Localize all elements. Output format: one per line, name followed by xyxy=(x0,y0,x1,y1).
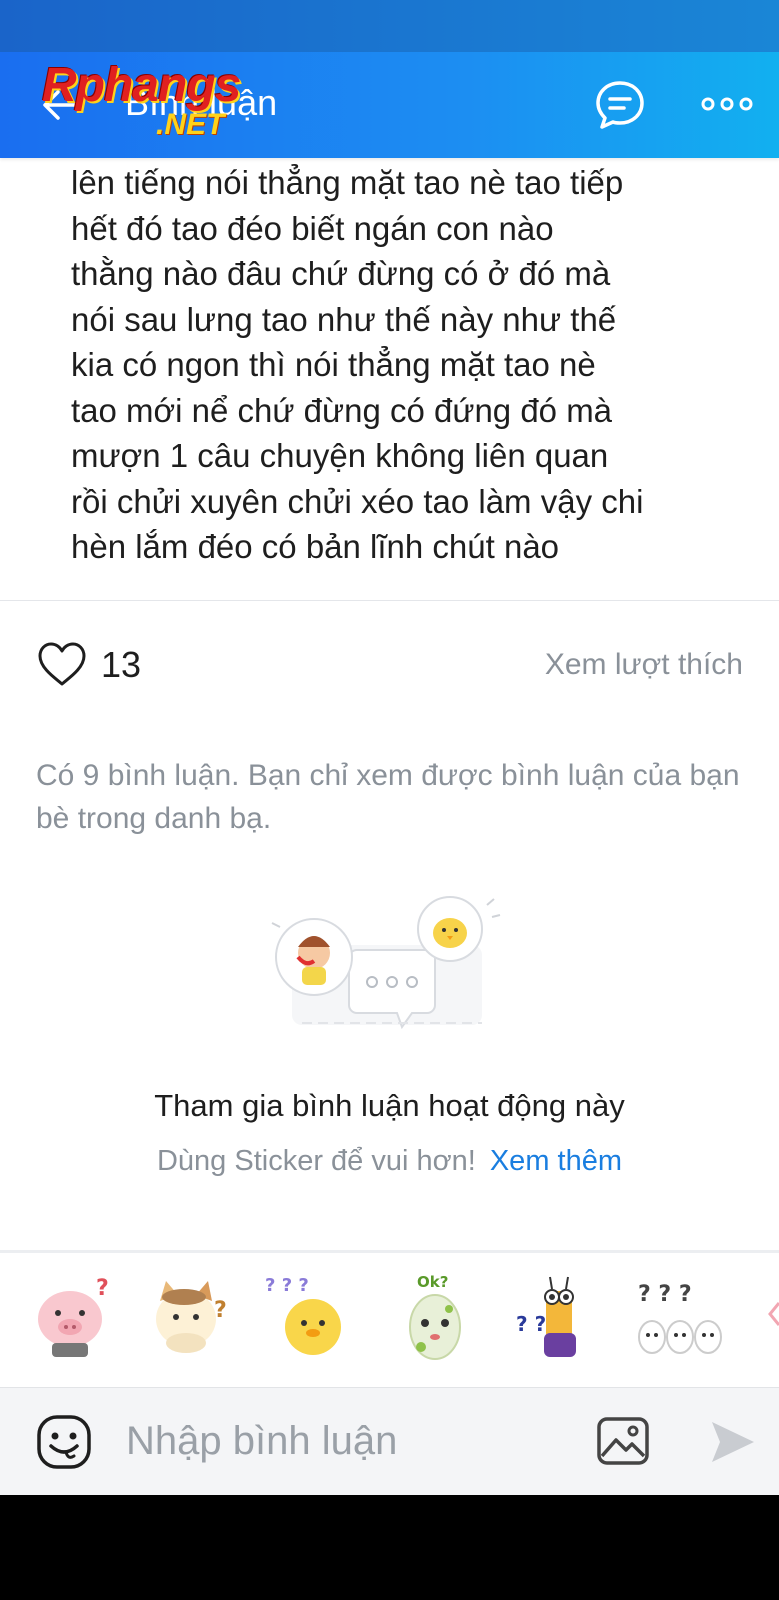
sticker-label: Ok? xyxy=(417,1273,448,1291)
empty-state-title: Tham gia bình luận hoạt động này xyxy=(154,1088,625,1123)
more-options-icon[interactable] xyxy=(700,92,754,116)
sticker-hint-text: Dùng Sticker để vui hơn! xyxy=(156,1145,476,1177)
comment-composer xyxy=(0,1387,779,1496)
sticker-scroll-edge xyxy=(768,1302,779,1326)
emoji-icon[interactable] xyxy=(36,1414,92,1470)
post-body-text: lên tiếng nói thẳng mặt tao nè tao tiếp … xyxy=(71,164,644,565)
send-icon[interactable] xyxy=(708,1418,758,1466)
see-likes-link[interactable]: Xem lượt thích xyxy=(545,648,743,682)
cat-question-sticker[interactable]: ? xyxy=(140,1267,240,1367)
status-bar xyxy=(0,0,779,52)
sticker-label: ? ? ? xyxy=(638,1282,692,1307)
top-app-bar: Bình luận Rphangs .NET xyxy=(0,52,779,158)
like-count: 13 xyxy=(101,644,142,685)
see-more-link[interactable]: Xem thêm xyxy=(490,1145,622,1177)
watermark-logo: Rphangs .NET xyxy=(38,58,278,144)
chat-bubble-icon[interactable] xyxy=(594,79,646,131)
divider xyxy=(0,600,779,601)
bunnies-question-sticker[interactable]: ? ? ? xyxy=(630,1267,730,1367)
image-icon[interactable] xyxy=(596,1416,650,1466)
sticker-label: ? ? xyxy=(516,1312,546,1336)
comment-input[interactable] xyxy=(126,1412,556,1470)
sticker-label: ? xyxy=(96,1276,109,1301)
logo-text: Rphangs xyxy=(42,59,241,112)
system-navigation-bar xyxy=(0,1495,779,1600)
sticker-suggestion-bar: ? ? ? ? ? Ok? ? ? ? ? ? xyxy=(0,1250,779,1390)
empty-state-subtitle: Dùng Sticker để vui hơn! Xem thêm xyxy=(0,1145,779,1178)
empty-comments-illustration xyxy=(271,896,501,1030)
chick-question-sticker[interactable]: ? ? ? xyxy=(263,1267,363,1367)
logo-suffix: .NET xyxy=(156,108,225,141)
egg-ok-sticker[interactable]: Ok? xyxy=(385,1267,485,1367)
comment-visibility-note: Có 9 bình luận. Bạn chỉ xem được bình lu… xyxy=(36,759,740,835)
sticker-label: ? xyxy=(214,1298,227,1323)
giraffe-question-sticker[interactable]: ? ? xyxy=(508,1267,608,1367)
sticker-label: ? ? ? xyxy=(265,1275,309,1296)
pig-question-sticker[interactable]: ? xyxy=(22,1267,122,1367)
heart-like-button[interactable] xyxy=(36,640,88,688)
